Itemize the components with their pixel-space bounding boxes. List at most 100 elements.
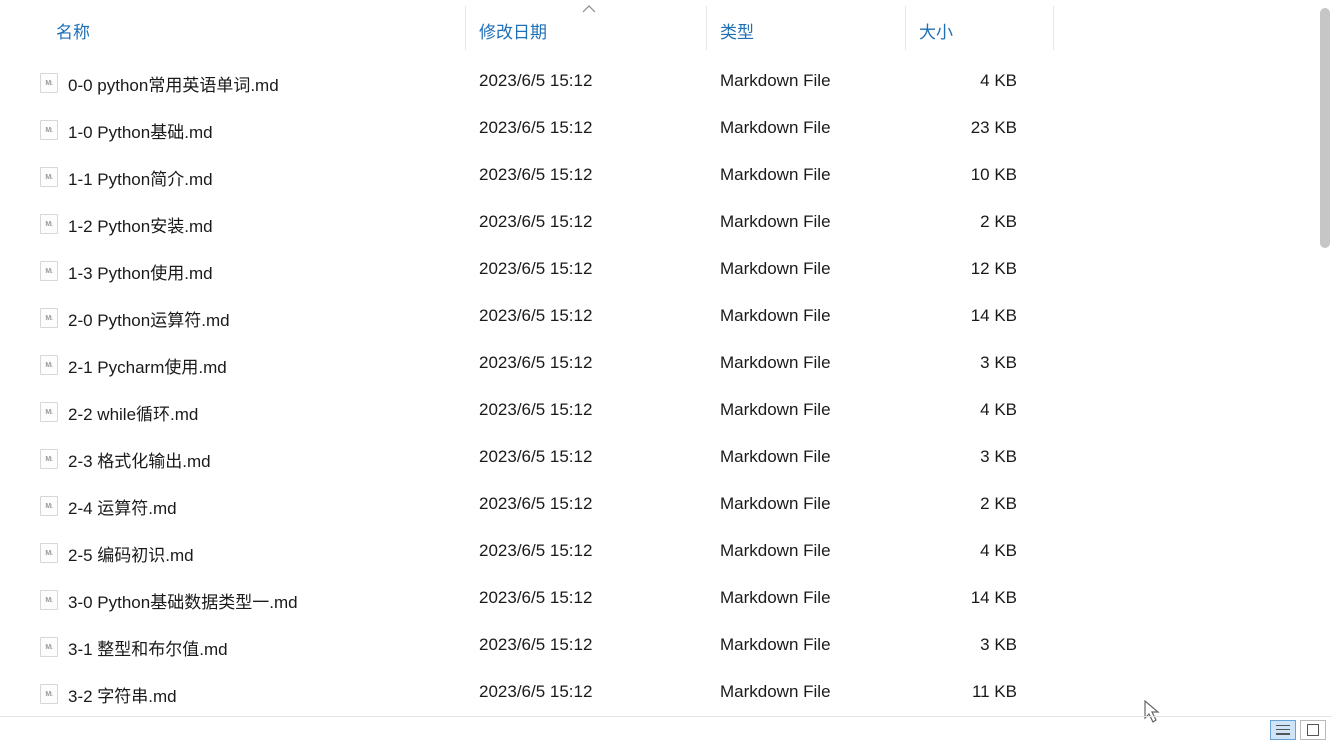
file-name: 2-2 while循环.md	[68, 400, 198, 425]
file-row[interactable]: 2-4 运算符.md 2023/6/5 15:12 Markdown File 2 K…	[0, 481, 1312, 528]
file-type: Markdown File	[720, 165, 831, 185]
markdown-file-icon	[40, 637, 58, 657]
column-divider[interactable]	[1053, 6, 1054, 50]
file-size: 4 KB	[980, 71, 1017, 91]
column-divider[interactable]	[465, 6, 466, 50]
file-row[interactable]: 3-1 整型和布尔值.md 2023/6/5 15:12 Markdown File…	[0, 622, 1312, 669]
file-type: Markdown File	[720, 588, 831, 608]
file-size: 10 KB	[971, 165, 1017, 185]
file-type: Markdown File	[720, 400, 831, 420]
file-list: 0-0 python常用英语单词.md 2023/6/5 15:12 Markdow…	[0, 58, 1312, 716]
file-date: 2023/6/5 15:12	[479, 118, 592, 138]
markdown-file-icon	[40, 449, 58, 469]
file-type: Markdown File	[720, 259, 831, 279]
markdown-file-icon	[40, 684, 58, 704]
file-size: 3 KB	[980, 353, 1017, 373]
file-name: 1-0 Python基础.md	[68, 118, 213, 143]
status-bar	[0, 716, 1332, 742]
file-date: 2023/6/5 15:12	[479, 165, 592, 185]
markdown-file-icon	[40, 496, 58, 516]
file-date: 2023/6/5 15:12	[479, 71, 592, 91]
column-header-size[interactable]: 大小	[919, 18, 953, 43]
file-date: 2023/6/5 15:12	[479, 400, 592, 420]
file-name: 3-0 Python基础数据类型一.md	[68, 588, 298, 613]
file-row[interactable]: 3-2 字符串.md 2023/6/5 15:12 Markdown File 11 …	[0, 669, 1312, 716]
file-row[interactable]: 1-2 Python安装.md 2023/6/5 15:12 Markdown Fi…	[0, 199, 1312, 246]
file-row[interactable]: 2-5 编码初识.md 2023/6/5 15:12 Markdown File 4 …	[0, 528, 1312, 575]
file-size: 4 KB	[980, 400, 1017, 420]
markdown-file-icon	[40, 214, 58, 234]
column-divider[interactable]	[706, 6, 707, 50]
file-date: 2023/6/5 15:12	[479, 259, 592, 279]
file-name: 1-1 Python简介.md	[68, 165, 213, 190]
file-size: 2 KB	[980, 494, 1017, 514]
file-type: Markdown File	[720, 494, 831, 514]
list-view-icon	[1276, 725, 1290, 735]
file-name: 1-3 Python使用.md	[68, 259, 213, 284]
file-date: 2023/6/5 15:12	[479, 541, 592, 561]
file-row[interactable]: 2-0 Python运算符.md2023/6/5 15:12Markdown F…	[0, 293, 1312, 340]
column-divider[interactable]	[905, 6, 906, 50]
file-size: 14 KB	[971, 588, 1017, 608]
file-name: 2-0 Python运算符.md	[68, 306, 230, 331]
vertical-scrollbar[interactable]	[1320, 8, 1330, 248]
view-large-icons-button[interactable]	[1300, 720, 1326, 740]
file-date: 2023/6/5 15:12	[479, 212, 592, 232]
file-type: Markdown File	[720, 353, 831, 373]
file-row[interactable]: 2-1 Pycharm使用.md 2023/6/5 15:12 Markdown F…	[0, 340, 1312, 387]
file-name: 3-1 整型和布尔值.md	[68, 635, 228, 660]
view-details-button[interactable]	[1270, 720, 1296, 740]
file-size: 12 KB	[971, 259, 1017, 279]
file-date: 2023/6/5 15:12	[479, 682, 592, 702]
sort-ascending-icon	[582, 2, 596, 16]
markdown-file-icon	[40, 543, 58, 563]
file-name: 2-3 格式化输出.md	[68, 447, 211, 472]
file-row[interactable]: 2-3 格式化输出.md 2023/6/5 15:12 Markdown File 3…	[0, 434, 1312, 481]
file-name: 2-4 运算符.md	[68, 494, 177, 519]
file-row[interactable]: 3-0 Python基础数据类型一.md 2023/6/5 15:12 Markdo…	[0, 575, 1312, 622]
file-size: 11 KB	[972, 682, 1017, 702]
markdown-file-icon	[40, 261, 58, 281]
file-row[interactable]: 1-1 Python简介.md 2023/6/5 15:12 Markdown Fi…	[0, 152, 1312, 199]
file-name: 3-2 字符串.md	[68, 682, 177, 707]
file-size: 23 KB	[971, 118, 1017, 138]
markdown-file-icon	[40, 590, 58, 610]
markdown-file-icon	[40, 167, 58, 187]
file-date: 2023/6/5 15:12	[479, 306, 592, 326]
markdown-file-icon	[40, 120, 58, 140]
file-size: 4 KB	[980, 541, 1017, 561]
column-header-type[interactable]: 类型	[720, 18, 754, 43]
file-size: 14 KB	[971, 306, 1017, 326]
file-type: Markdown File	[720, 682, 831, 702]
markdown-file-icon	[40, 73, 58, 93]
markdown-file-icon	[40, 308, 58, 328]
column-header-name[interactable]: 名称	[56, 18, 90, 43]
file-name: 0-0 python常用英语单词.md	[68, 71, 279, 96]
file-name: 2-5 编码初识.md	[68, 541, 194, 566]
file-type: Markdown File	[720, 541, 831, 561]
file-row[interactable]: 2-2 while循环.md 2023/6/5 15:12 Markdown Fil…	[0, 387, 1312, 434]
file-name: 1-2 Python安装.md	[68, 212, 213, 237]
column-header-row: 名称 修改日期 类型 大小	[0, 0, 1332, 58]
file-date: 2023/6/5 15:12	[479, 353, 592, 373]
file-row[interactable]: 0-0 python常用英语单词.md 2023/6/5 15:12 Markdow…	[0, 58, 1312, 105]
file-name: 2-1 Pycharm使用.md	[68, 353, 227, 378]
markdown-file-icon	[40, 355, 58, 375]
file-type: Markdown File	[720, 71, 831, 91]
file-date: 2023/6/5 15:12	[479, 588, 592, 608]
large-icons-view-icon	[1307, 724, 1319, 736]
file-size: 2 KB	[980, 212, 1017, 232]
file-date: 2023/6/5 15:12	[479, 635, 592, 655]
file-size: 3 KB	[980, 447, 1017, 467]
file-type: Markdown File	[720, 212, 831, 232]
markdown-file-icon	[40, 402, 58, 422]
file-type: Markdown File	[720, 635, 831, 655]
file-type: Markdown File	[720, 118, 831, 138]
file-row[interactable]: 1-3 Python使用.md 2023/6/5 15:12 Markdown Fi…	[0, 246, 1312, 293]
file-date: 2023/6/5 15:12	[479, 494, 592, 514]
file-type: Markdown File	[720, 447, 831, 467]
file-date: 2023/6/5 15:12	[479, 447, 592, 467]
column-header-date[interactable]: 修改日期	[479, 18, 547, 43]
file-size: 3 KB	[980, 635, 1017, 655]
file-row[interactable]: 1-0 Python基础.md 2023/6/5 15:12 Markdown Fi…	[0, 105, 1312, 152]
